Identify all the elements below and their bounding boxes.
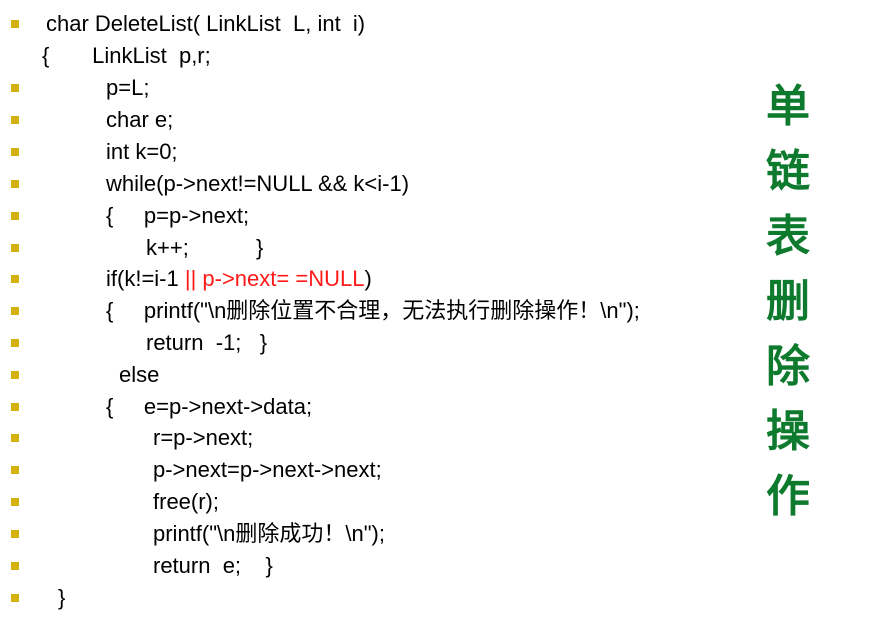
- bullet-icon: [11, 530, 19, 538]
- code-line: p=L;: [0, 75, 760, 105]
- bullet-icon: [11, 20, 19, 28]
- title-char: 删: [766, 276, 810, 327]
- code-text: { printf("\n删除位置不合理，无法执行删除操作！\n");: [106, 298, 640, 323]
- code-text: int k=0;: [106, 139, 178, 164]
- code-text: }: [58, 585, 66, 610]
- code-line: if(k!=i-1 || p->next= =NULL): [0, 266, 760, 296]
- code-text: r=p->next;: [153, 425, 254, 450]
- code-line: while(p->next!=NULL && k<i-1): [0, 171, 760, 201]
- bullet-icon: [11, 148, 19, 156]
- code-line: char DeleteList( LinkList L, int i): [0, 11, 760, 41]
- code-line: free(r);: [0, 489, 760, 519]
- bullet-icon: [11, 180, 19, 188]
- code-line: k++; }: [0, 235, 760, 265]
- code-line: { e=p->next->data;: [0, 394, 760, 424]
- title-char: 表: [766, 211, 810, 262]
- code-text: p=L;: [106, 75, 150, 100]
- code-text: char e;: [106, 107, 174, 132]
- code-line: char e;: [0, 107, 760, 137]
- code-line: return e; }: [0, 553, 760, 583]
- title-char: 作: [766, 471, 810, 522]
- code-text: p->next=p->next->next;: [153, 457, 382, 482]
- code-text: char DeleteList( LinkList L, int i): [46, 11, 366, 36]
- bullet-icon: [11, 498, 19, 506]
- code-text: while(p->next!=NULL && k<i-1): [106, 171, 410, 196]
- code-text: { p=p->next;: [106, 203, 250, 228]
- vertical-title: 单 链 表 删 除 操 作: [762, 74, 814, 529]
- bullet-icon: [11, 116, 19, 124]
- code-line: else: [0, 362, 760, 392]
- bullet-icon: [11, 466, 19, 474]
- bullet-icon: [11, 84, 19, 92]
- title-char: 操: [766, 406, 810, 457]
- bullet-icon: [11, 212, 19, 220]
- code-highlight: || p->next= =NULL: [184, 266, 365, 291]
- code-line: printf("\n删除成功！\n");: [0, 521, 760, 551]
- code-text: if(k!=i-1 || p->next= =NULL): [106, 266, 372, 292]
- code-text: return e; }: [153, 553, 273, 578]
- code-text: k++; }: [146, 235, 264, 260]
- code-text: { e=p->next->data;: [106, 394, 313, 419]
- bullet-icon: [11, 275, 19, 283]
- code-line: r=p->next;: [0, 425, 760, 455]
- code-text: free(r);: [153, 489, 219, 514]
- code-text: printf("\n删除成功！\n");: [153, 521, 385, 546]
- code-line: p->next=p->next->next;: [0, 457, 760, 487]
- bullet-icon: [11, 307, 19, 315]
- slide: char DeleteList( LinkList L, int i) { Li…: [0, 0, 877, 639]
- title-char: 除: [766, 341, 810, 392]
- bullet-icon: [11, 594, 19, 602]
- title-char: 单: [766, 81, 810, 132]
- code-text: else: [119, 362, 160, 387]
- bullet-icon: [11, 339, 19, 347]
- code-line: { printf("\n删除位置不合理，无法执行删除操作！\n");: [0, 298, 760, 328]
- bullet-icon: [11, 434, 19, 442]
- bullet-icon: [11, 371, 19, 379]
- code-line: { LinkList p,r;: [0, 43, 760, 73]
- code-text: return -1; }: [146, 330, 268, 355]
- code-line: int k=0;: [0, 139, 760, 169]
- code-line: }: [0, 585, 760, 615]
- code-text-plain: ): [364, 266, 372, 291]
- title-char: 链: [766, 146, 810, 197]
- code-line: { p=p->next;: [0, 203, 760, 233]
- code-text: { LinkList p,r;: [42, 43, 211, 68]
- code-line: return -1; }: [0, 330, 760, 360]
- code-text-plain: if(k!=i-1: [106, 266, 185, 291]
- bullet-icon: [11, 562, 19, 570]
- bullet-icon: [11, 403, 19, 411]
- bullet-icon: [11, 244, 19, 252]
